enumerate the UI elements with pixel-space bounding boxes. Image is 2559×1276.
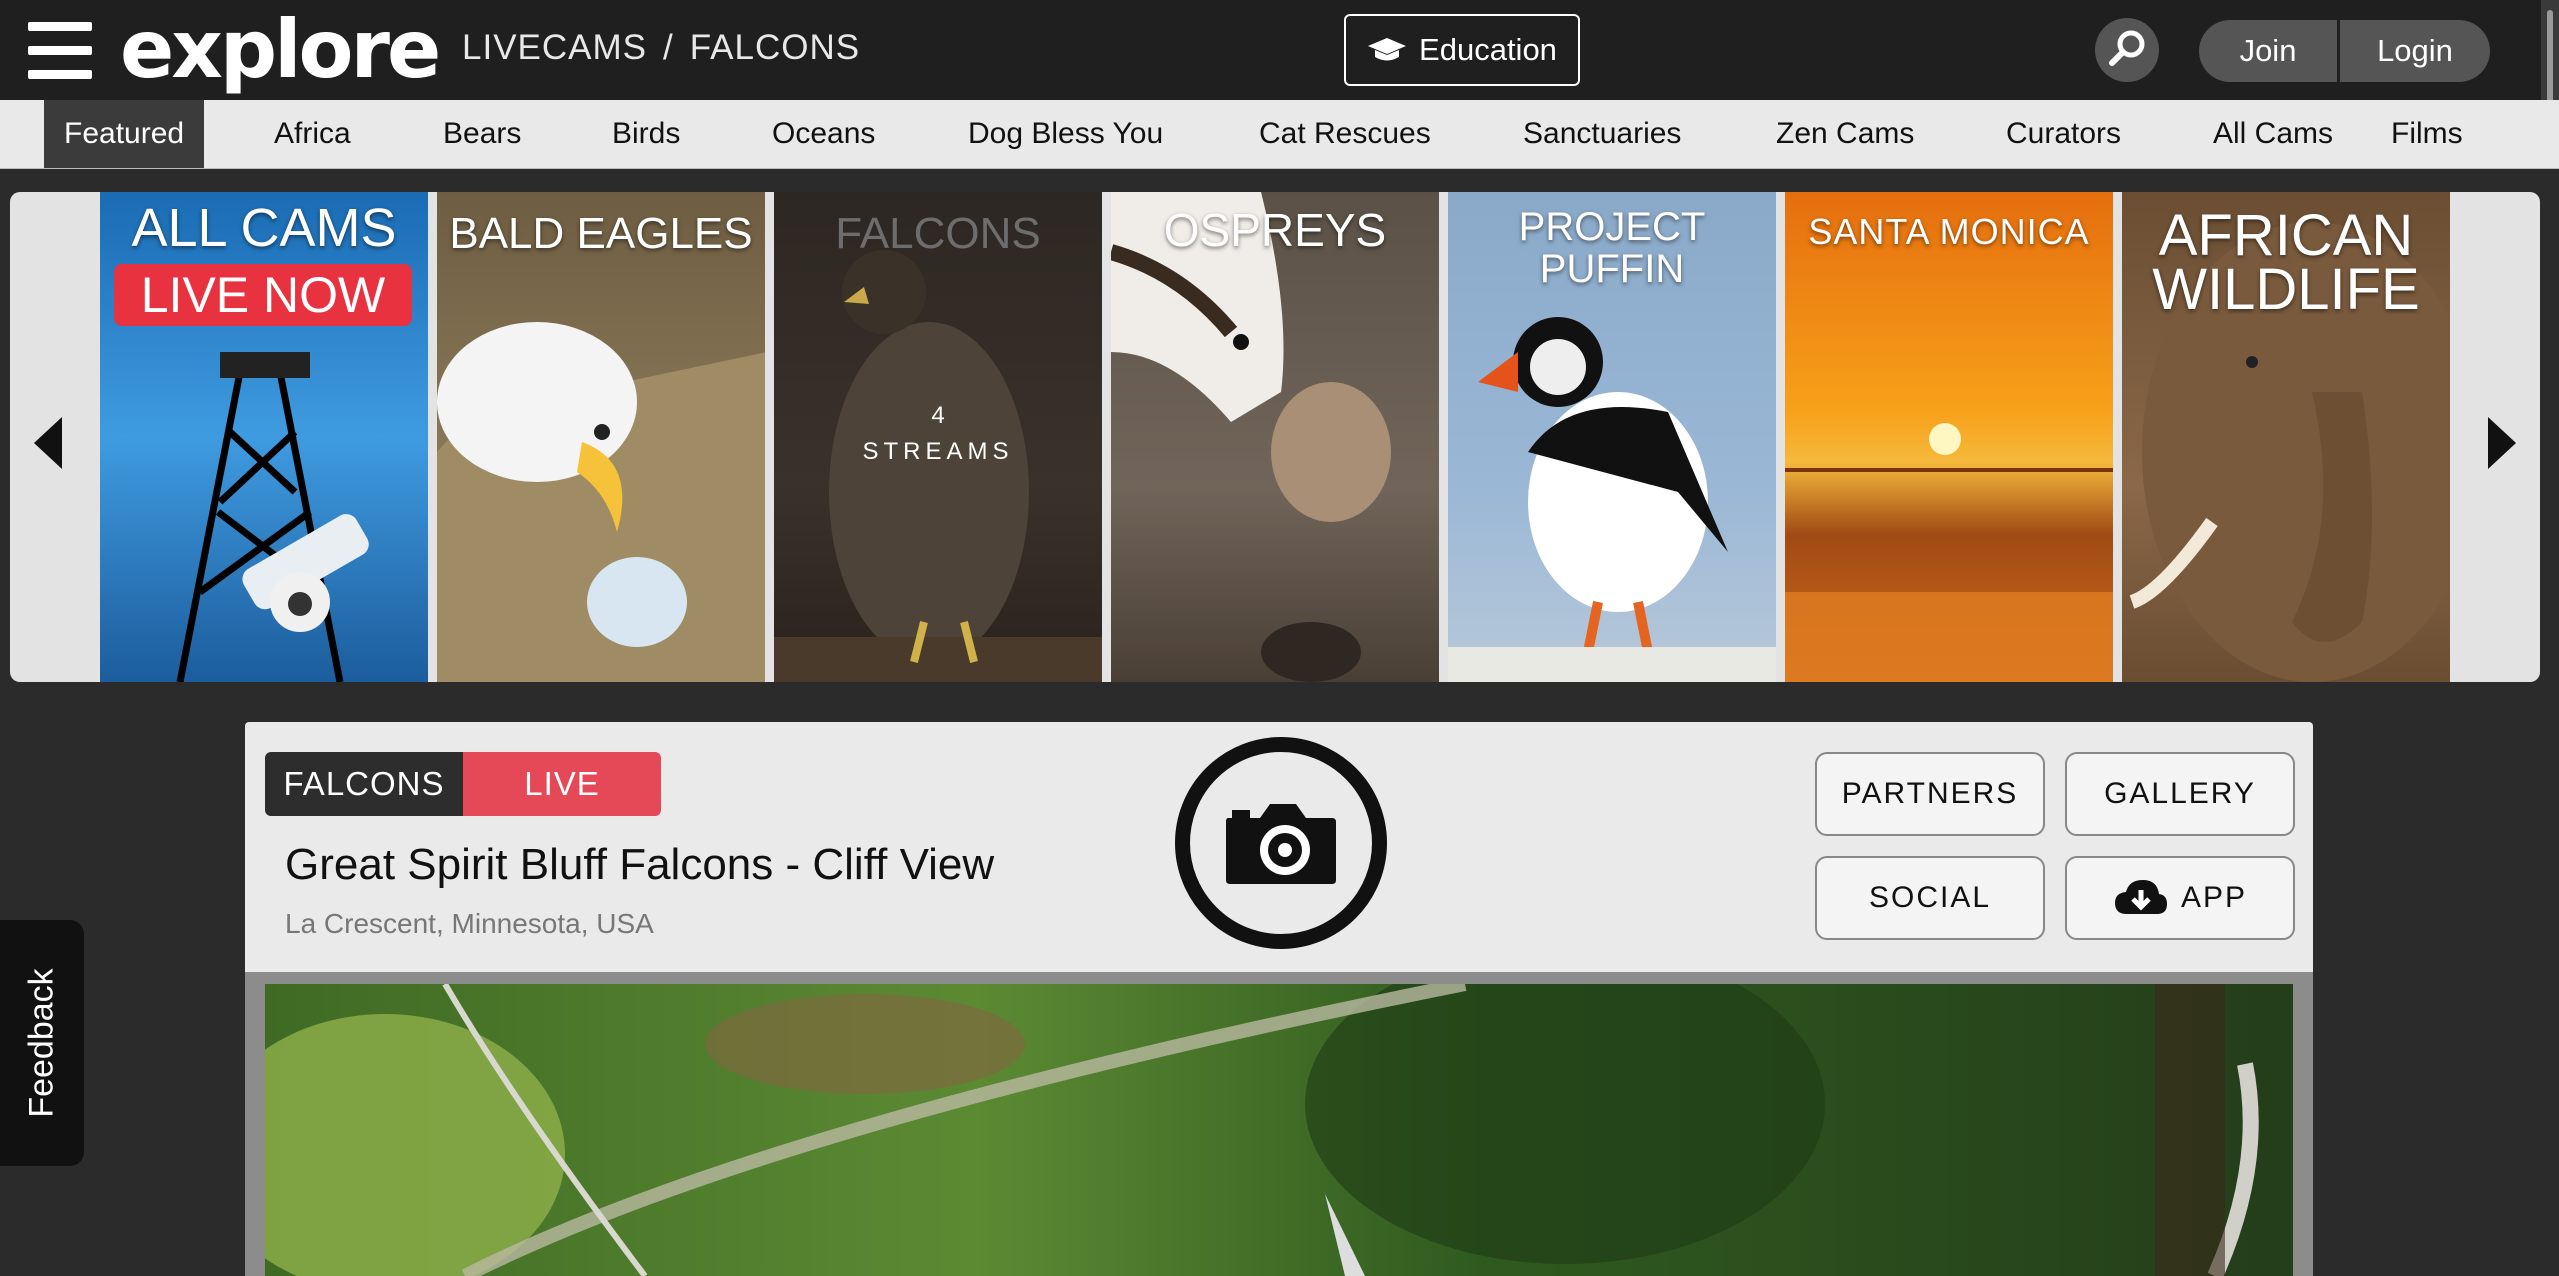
tile-title: AFRICAN: [2158, 203, 2414, 268]
cam-info-panel: FALCONS LIVE Great Spirit Bluff Falcons …: [245, 722, 2313, 972]
cloud-download-icon: [2114, 880, 2167, 914]
category-tag[interactable]: FALCONS: [265, 752, 463, 816]
tile-title: FALCONS: [835, 209, 1041, 258]
nav-item-zen-cams[interactable]: Zen Cams: [1776, 100, 1914, 168]
stream-count: 4: [931, 402, 945, 429]
carousel-tile-falcons[interactable]: FALCONS 4 STREAMS: [774, 192, 1102, 682]
tile-subtitle: WILDLIFE: [2152, 257, 2420, 322]
tile-subtitle: PUFFIN: [1539, 247, 1685, 291]
chevron-left-icon: [34, 417, 62, 469]
nav-item-birds[interactable]: Birds: [612, 100, 680, 168]
nav-item-curators[interactable]: Curators: [2006, 100, 2121, 168]
nav-item-featured[interactable]: Featured: [44, 100, 205, 168]
gallery-button[interactable]: GALLERY: [2065, 752, 2295, 836]
video-frame: [245, 972, 2313, 1276]
carousel-prev-button[interactable]: [10, 192, 90, 682]
scrollbar-thumb[interactable]: [2547, 10, 2553, 108]
breadcrumb-livecams[interactable]: LIVECAMS: [462, 28, 647, 67]
tile-title: ALL CAMS: [131, 198, 397, 258]
nav-item-bears[interactable]: Bears: [443, 100, 521, 168]
feedback-tab[interactable]: Feedback: [0, 920, 84, 1166]
stream-label: STREAMS: [862, 438, 1014, 465]
nav-item-films[interactable]: Films: [2391, 100, 2463, 168]
carousel-tile-bald-eagles[interactable]: BALD EAGLES: [437, 192, 765, 682]
cam-title: Great Spirit Bluff Falcons - Cliff View: [285, 840, 995, 889]
cam-location: La Crescent, Minnesota, USA: [285, 908, 654, 939]
tile-title: SANTA MONICA: [1808, 211, 2090, 252]
nav-item-all-cams[interactable]: All Cams: [2213, 100, 2333, 168]
join-button[interactable]: Join: [2199, 20, 2337, 82]
live-tag: LIVE: [463, 752, 661, 816]
tile-title: BALD EAGLES: [449, 209, 753, 258]
login-button[interactable]: Login: [2340, 20, 2490, 82]
graduation-cap-icon: [1368, 38, 1407, 61]
education-button[interactable]: Education: [1344, 14, 1580, 86]
tile-title: PROJECT: [1518, 205, 1706, 249]
carousel-tile-african-wildlife[interactable]: AFRICAN WILDLIFE: [2122, 192, 2450, 682]
nav-item-cat-rescues[interactable]: Cat Rescues: [1259, 100, 1431, 168]
live-now-badge: LIVE NOW: [114, 264, 412, 326]
carousel-tile-project-puffin[interactable]: PROJECT PUFFIN: [1448, 192, 1776, 682]
breadcrumb-falcons[interactable]: FALCONS: [690, 28, 860, 67]
social-label: SOCIAL: [1868, 881, 1992, 914]
gallery-label: GALLERY: [2104, 777, 2256, 810]
carousel-tile-santa-monica[interactable]: SANTA MONICA: [1785, 192, 2113, 682]
partners-label: PARTNERS: [1841, 777, 2019, 810]
search-button[interactable]: [2095, 18, 2159, 82]
featured-carousel: ALL CAMS LIVE NOW BALD EAGLES FALCONS 4 …: [10, 192, 2540, 682]
bald-eagle-image: [437, 322, 765, 682]
live-video-player[interactable]: [265, 984, 2293, 1276]
breadcrumb-separator: /: [663, 28, 674, 67]
feedback-label: Feedback: [22, 968, 61, 1118]
falcon-image: [774, 250, 1102, 682]
carousel-tile-ospreys[interactable]: OSPREYS: [1111, 192, 1439, 682]
explore-logo[interactable]: explore: [120, 0, 441, 100]
chevron-right-icon: [2488, 417, 2516, 469]
category-nav: Featured Africa Bears Birds Oceans Dog B…: [0, 100, 2559, 169]
nav-item-africa[interactable]: Africa: [274, 100, 351, 168]
menu-icon[interactable]: [28, 18, 92, 82]
partners-button[interactable]: PARTNERS: [1815, 752, 2045, 836]
app-button[interactable]: APP: [2065, 856, 2295, 940]
nav-item-dog-bless-you[interactable]: Dog Bless You: [968, 100, 1163, 168]
tile-title: OSPREYS: [1163, 204, 1387, 256]
camera-icon: [1226, 804, 1336, 884]
social-button[interactable]: SOCIAL: [1815, 856, 2045, 940]
breadcrumb: LIVECAMS / FALCONS: [462, 28, 860, 68]
app-label: APP: [2180, 881, 2248, 914]
osprey-image: [1111, 192, 1391, 682]
education-label: Education: [1419, 32, 1557, 67]
nav-item-oceans[interactable]: Oceans: [772, 100, 875, 168]
nav-item-sanctuaries[interactable]: Sanctuaries: [1523, 100, 1681, 168]
search-icon: [2109, 30, 2145, 66]
sunset-image: [1785, 423, 2113, 682]
top-header: explore LIVECAMS / FALCONS Education Join …: [0, 0, 2559, 120]
falcon-live-video: [265, 984, 2293, 1276]
carousel-tile-all-cams[interactable]: ALL CAMS LIVE NOW: [100, 192, 428, 682]
carousel-next-button[interactable]: [2460, 192, 2540, 682]
snapshot-button[interactable]: [1175, 737, 1387, 949]
